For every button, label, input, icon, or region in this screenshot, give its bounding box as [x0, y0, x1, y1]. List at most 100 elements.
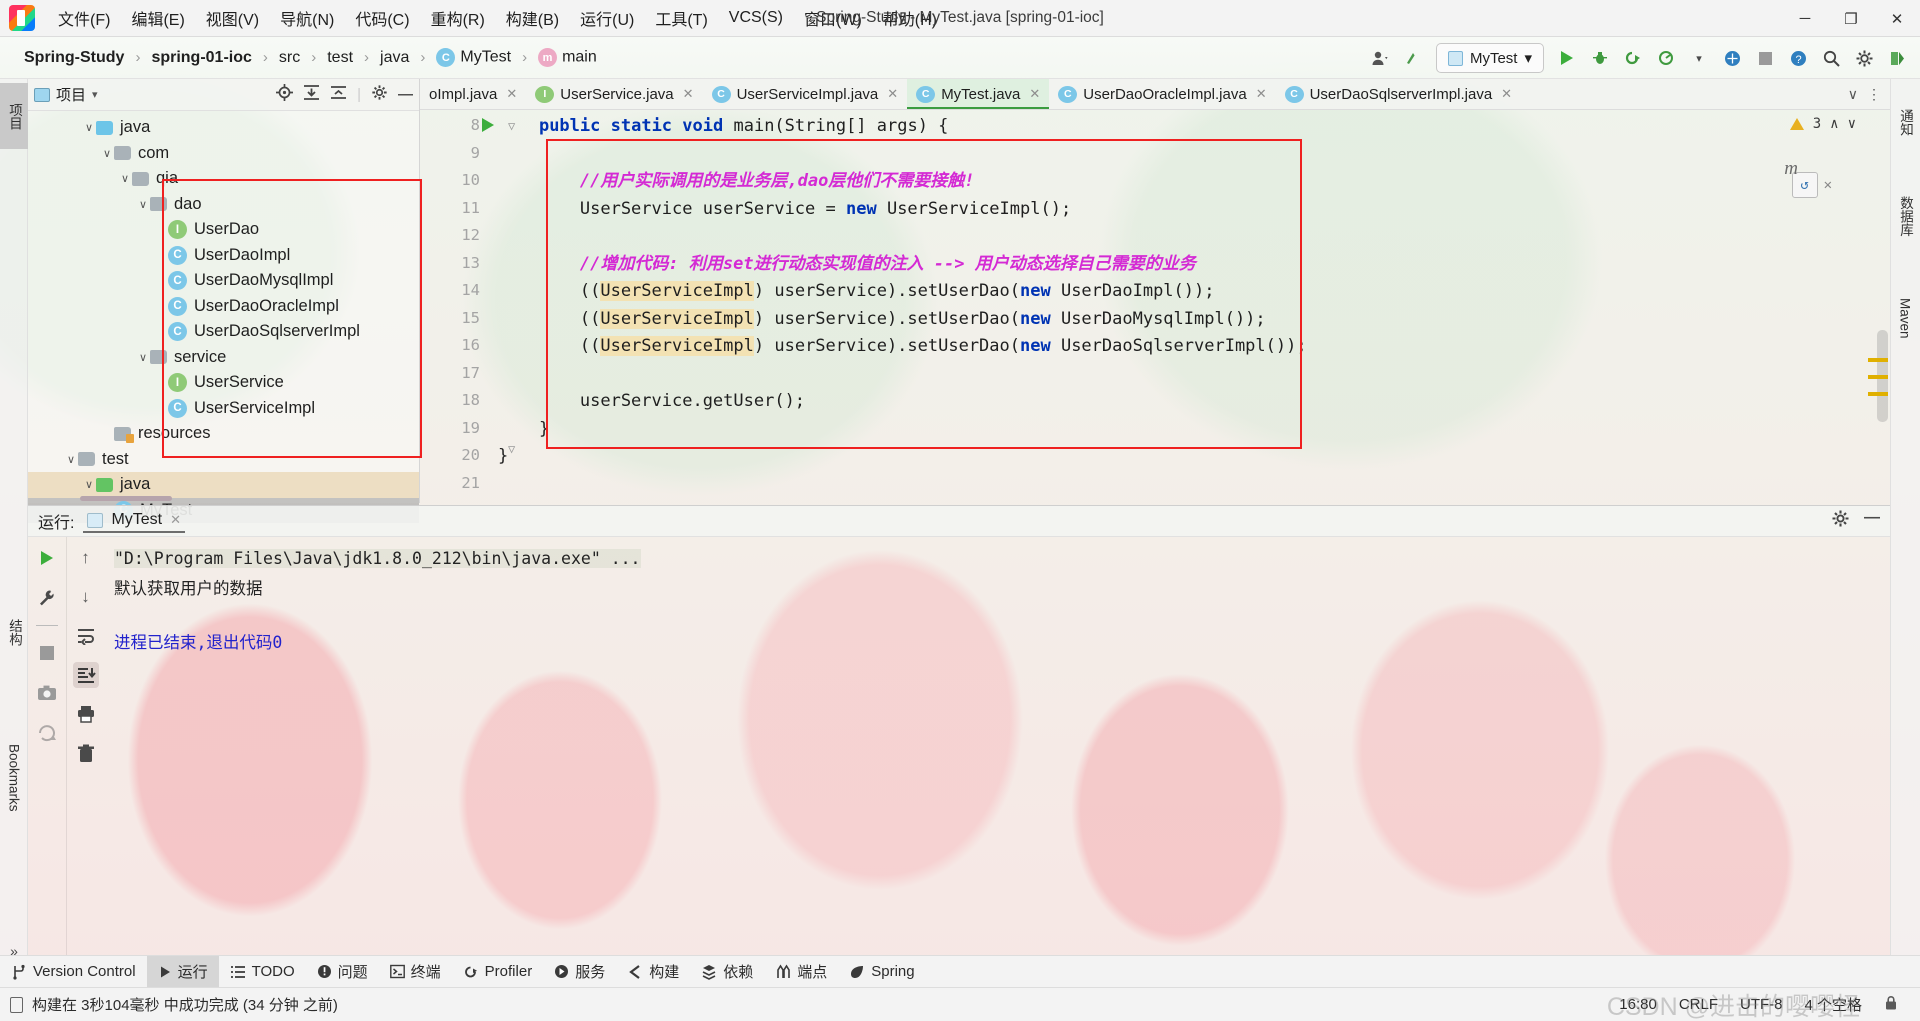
rail-item-database-icon[interactable]: 数据库 [1891, 179, 1919, 253]
close-icon[interactable]: ✕ [683, 86, 694, 102]
code-line-14[interactable]: ((UserServiceImpl) userService).setUserD… [498, 281, 1214, 301]
tree-node-UserDaoOracleImpl[interactable]: C UserDaoOracleImpl [28, 294, 419, 320]
rail-item-project-icon[interactable]: 项目 [0, 83, 28, 149]
hide-tool-window-icon[interactable]: — [398, 86, 413, 103]
menu-item-6[interactable]: 构建(B) [497, 2, 568, 34]
menu-bar[interactable]: 文件(F) 编辑(E) 视图(V) 导航(N) 代码(C) 重构(R) 构建(B) 运行(U)… [49, 2, 946, 34]
run-with-coverage-icon[interactable] [1618, 43, 1648, 73]
code-editor[interactable]: 8 9 10 11 12 13 14 15 16 17 18 19 20 21 ▽ ▽ public st… [420, 110, 1890, 503]
tool-window-bar[interactable]: Version Control 运行 TODO 问题 终端 Profiler 服务 构建 依赖 端… [0, 955, 1920, 987]
help-icon[interactable]: ? [1783, 43, 1813, 73]
editor-tabs[interactable]: oImpl.java ✕ I UserService.java ✕ C UserServic… [420, 79, 1890, 110]
updates-icon[interactable] [1398, 43, 1428, 73]
tool-window-button-services-icon[interactable]: 服务 [543, 956, 616, 987]
chevron-down-icon[interactable]: ∨ [82, 478, 96, 491]
tab-list-chevron-icon[interactable]: ∨ [1848, 86, 1858, 103]
close-icon[interactable]: ✕ [506, 86, 517, 102]
maximize-button[interactable]: ❐ [1828, 0, 1874, 37]
tree-node-java[interactable]: ∨ java [28, 472, 419, 498]
gear-icon[interactable] [1831, 509, 1850, 533]
chevron-down-icon[interactable]: ∨ [118, 172, 132, 185]
close-icon[interactable]: ✕ [1256, 86, 1267, 102]
indent-setting[interactable]: 4 个空格 [1804, 994, 1862, 1015]
locate-file-icon[interactable] [276, 84, 294, 105]
code-line-20[interactable]: } [498, 446, 508, 466]
tree-node-resources[interactable]: resources [28, 421, 419, 447]
wrench-icon[interactable] [34, 585, 60, 611]
menu-item-7[interactable]: 运行(U) [571, 2, 643, 34]
search-icon[interactable] [1816, 43, 1846, 73]
tool-window-button-endpoints-icon[interactable]: 端点 [764, 956, 838, 987]
close-icon[interactable]: ✕ [887, 86, 898, 102]
lock-icon[interactable] [1884, 995, 1898, 1015]
tree-node-UserDaoMysqlImpl[interactable]: C UserDaoMysqlImpl [28, 268, 419, 294]
tree-node-test[interactable]: ∨ test [28, 447, 419, 473]
menu-item-2[interactable]: 视图(V) [197, 2, 268, 34]
gear-icon[interactable] [1849, 43, 1879, 73]
ide-services-icon[interactable] [1882, 43, 1912, 73]
menu-item-0[interactable]: 文件(F) [49, 2, 119, 34]
tool-window-button-problems-icon[interactable]: 问题 [306, 956, 379, 987]
tool-window-button-spring-leaf-icon[interactable]: Spring [838, 958, 925, 985]
menu-item-10[interactable]: 窗口(W) [795, 2, 871, 34]
project-tree[interactable]: ∨ java ∨ com ∨ qia ∨ dao I UserDao C UserDaoImpl C Us… [28, 111, 419, 523]
rail-item-bookmark-icon[interactable]: Bookmarks [0, 719, 28, 837]
tree-node-UserDaoSqlserverImpl[interactable]: C UserDaoSqlserverImpl [28, 319, 419, 345]
services-icon[interactable] [1717, 43, 1747, 73]
code-line-18[interactable]: userService.getUser(); [498, 391, 805, 411]
rerun-failed-tests-icon[interactable] [34, 720, 60, 746]
expand-all-icon[interactable] [303, 84, 320, 105]
editor-tab-oImpl.java[interactable]: oImpl.java ✕ [420, 79, 526, 109]
chevron-down-icon[interactable]: ∨ [82, 121, 96, 134]
menu-item-3[interactable]: 导航(N) [271, 2, 343, 34]
breadcrumb-item-src[interactable]: src [273, 47, 306, 69]
menu-item-5[interactable]: 重构(R) [422, 2, 494, 34]
close-icon[interactable]: ✕ [170, 512, 181, 528]
tree-node-service[interactable]: ∨ service [28, 345, 419, 371]
code-line-15[interactable]: ((UserServiceImpl) userService).setUserD… [498, 308, 1266, 329]
chevron-down-icon[interactable]: ▾ [1684, 43, 1714, 73]
error-stripe-marker[interactable] [1868, 358, 1888, 362]
close-button[interactable]: ✕ [1874, 0, 1920, 37]
menu-item-4[interactable]: 代码(C) [346, 2, 418, 34]
project-tree-hscrollbar[interactable] [80, 496, 172, 501]
close-icon[interactable]: ✕ [1029, 86, 1040, 102]
chevron-down-icon[interactable]: ∨ [136, 198, 150, 211]
file-encoding[interactable]: UTF-8 [1740, 996, 1783, 1013]
hide-tool-window-icon[interactable]: — [1864, 509, 1880, 533]
code-line-10[interactable]: //用户实际调用的是业务层,dao层他们不需要接触! [498, 171, 975, 191]
arrow-down-icon[interactable]: ↓ [73, 584, 99, 610]
chevron-down-icon[interactable]: ▾ [92, 88, 98, 101]
soft-wrap-icon[interactable] [73, 623, 99, 649]
scroll-to-end-icon[interactable] [72, 662, 99, 688]
tree-node-java[interactable]: ∨ java [28, 115, 419, 141]
menu-item-1[interactable]: 编辑(E) [122, 2, 193, 34]
tool-window-button-profiler-icon[interactable]: Profiler [452, 958, 544, 985]
chevron-down-icon[interactable]: ∨ [100, 147, 114, 160]
more-options-icon[interactable]: ⋮ [1867, 86, 1881, 103]
run-tab-mytest[interactable]: MyTest ✕ [83, 509, 186, 533]
stop-icon[interactable] [1750, 43, 1780, 73]
rail-item-bell-icon[interactable]: 通知 [1891, 85, 1919, 159]
arrow-up-icon[interactable]: ↑ [73, 545, 99, 571]
tool-window-button-todo-icon[interactable]: TODO [219, 958, 306, 985]
close-icon[interactable]: ✕ [1501, 86, 1512, 102]
menu-item-11[interactable]: 帮助(H) [874, 2, 946, 34]
breadcrumb-item-main[interactable]: m main [532, 46, 603, 69]
collapse-all-icon[interactable] [330, 84, 347, 105]
menu-item-9[interactable]: VCS(S) [720, 5, 792, 31]
tree-node-UserDao[interactable]: I UserDao [28, 217, 419, 243]
breadcrumb-item-spring-01-ioc[interactable]: spring-01-ioc [145, 47, 257, 69]
tree-node-dao[interactable]: ∨ dao [28, 192, 419, 218]
minimize-button[interactable]: ─ [1782, 0, 1828, 37]
run-gutter-icon[interactable] [482, 118, 494, 132]
rail-item-structure-icon[interactable]: 结构 [0, 599, 28, 665]
chevron-down-icon[interactable]: ∨ [64, 453, 78, 466]
run-configuration-selector[interactable]: MyTest ▾ [1435, 43, 1544, 73]
breadcrumb-item-test[interactable]: test [321, 47, 359, 69]
caret-position[interactable]: 16:80 [1619, 996, 1657, 1013]
account-icon[interactable] [1365, 43, 1395, 73]
breadcrumb[interactable]: Spring-Study › spring-01-ioc › src › test › java… [18, 46, 603, 69]
tool-window-button-terminal-icon[interactable]: 终端 [379, 956, 452, 987]
profile-icon[interactable] [1651, 43, 1681, 73]
